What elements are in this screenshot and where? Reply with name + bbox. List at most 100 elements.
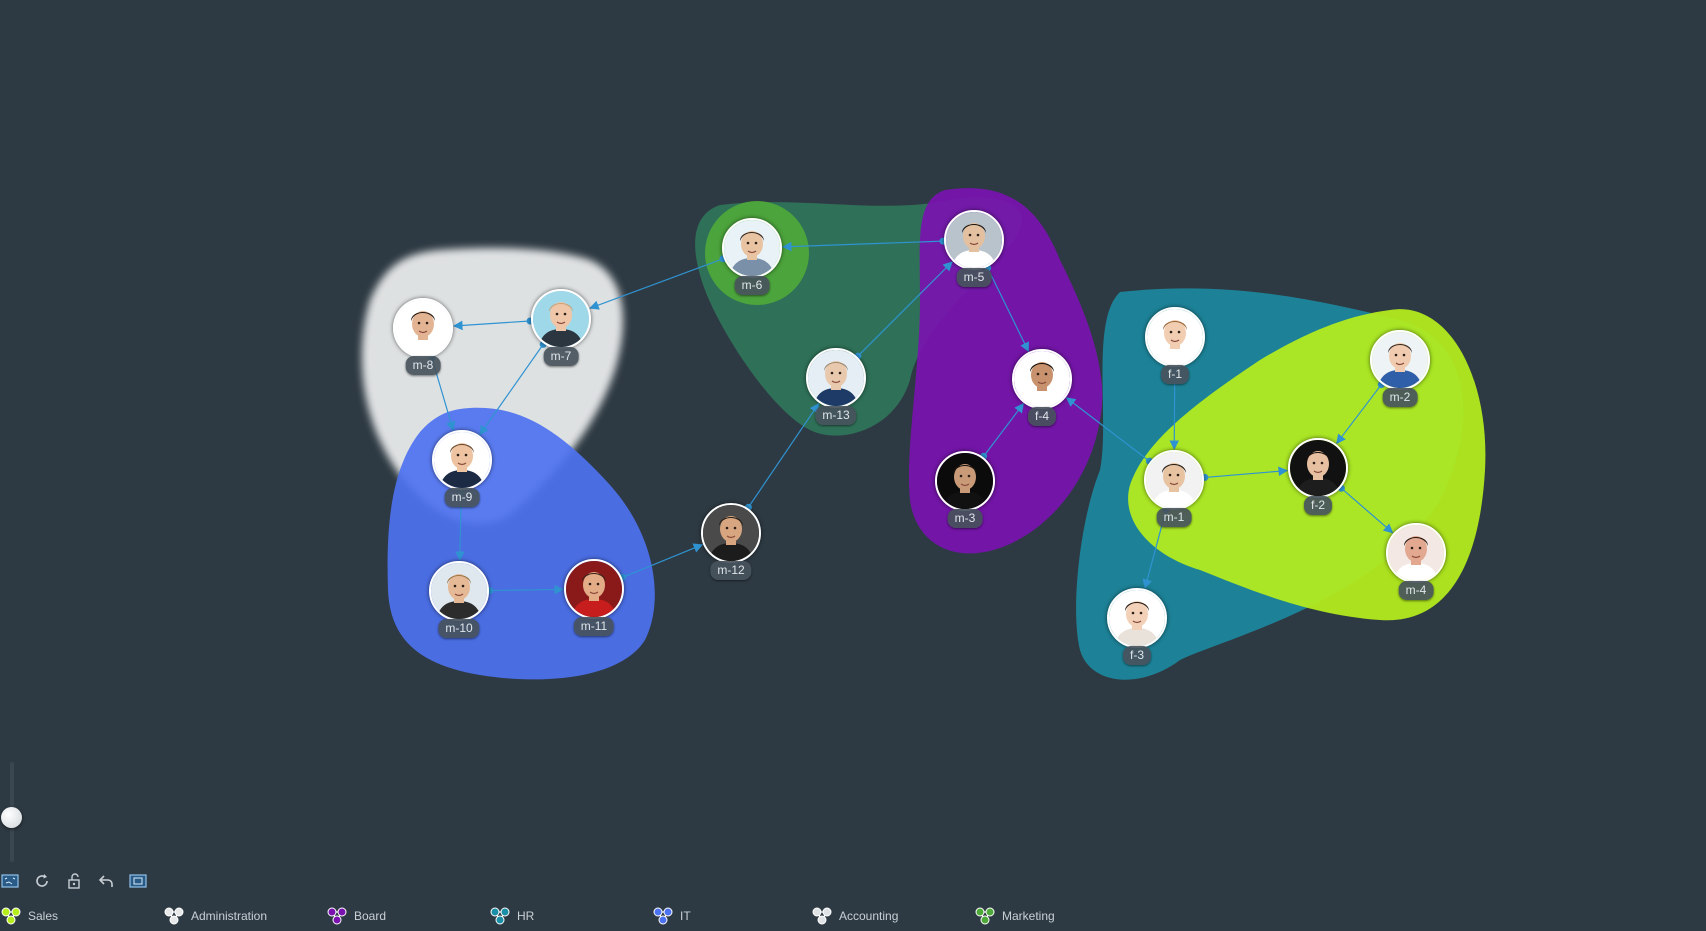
legend-label: Administration <box>191 909 268 923</box>
node-label: m-5 <box>956 268 992 287</box>
group-icon <box>327 907 347 925</box>
person-node-m-1[interactable]: m-1 <box>1144 450 1204 527</box>
network-graph-canvas[interactable] <box>0 0 1706 931</box>
refresh-icon <box>36 874 48 887</box>
hull-it <box>387 407 655 680</box>
legend-label: Board <box>354 909 387 923</box>
legend-item-hr[interactable]: HR <box>489 906 534 926</box>
portrait-icon <box>1147 309 1203 365</box>
toolbar <box>0 870 148 892</box>
person-node-m-4[interactable]: m-4 <box>1386 523 1446 600</box>
node-label: m-1 <box>1156 508 1192 527</box>
group-icon <box>975 907 995 925</box>
legend-item-accounting[interactable]: Accounting <box>811 906 898 926</box>
group-icon <box>812 907 832 925</box>
avatar <box>531 289 591 349</box>
portrait-icon <box>1372 332 1428 388</box>
legend-label: HR <box>517 909 535 923</box>
legend-item-sales[interactable]: Sales <box>0 906 58 926</box>
avatar <box>1144 450 1204 510</box>
node-label: f-4 <box>1027 407 1057 426</box>
person-node-m-8[interactable]: m-8 <box>393 298 453 375</box>
legend-item-administration[interactable]: Administration <box>163 906 267 926</box>
node-label: m-8 <box>405 356 441 375</box>
portrait-icon <box>937 453 993 509</box>
avatar <box>1107 588 1167 648</box>
group-icon <box>653 907 673 925</box>
group-icon <box>1 907 21 925</box>
avatar <box>944 210 1004 270</box>
person-node-f-2[interactable]: f-2 <box>1288 438 1348 515</box>
avatar <box>701 503 761 563</box>
avatar <box>564 559 624 619</box>
node-label: m-7 <box>543 347 579 366</box>
legend-label: Sales <box>28 909 59 923</box>
node-label: m-9 <box>444 488 480 507</box>
avatar <box>429 561 489 621</box>
undo-button[interactable] <box>96 871 116 891</box>
unlock-button[interactable] <box>64 871 84 891</box>
person-node-m-10[interactable]: m-10 <box>429 561 489 638</box>
legend-item-marketing[interactable]: Marketing <box>974 906 1055 926</box>
avatar <box>1288 438 1348 498</box>
avatar <box>722 218 782 278</box>
legend-item-board[interactable]: Board <box>326 906 386 926</box>
portrait-icon <box>946 212 1002 268</box>
node-label: f-1 <box>1160 365 1190 384</box>
person-node-m-3[interactable]: m-3 <box>935 451 995 528</box>
person-node-m-12[interactable]: m-12 <box>701 503 761 580</box>
portrait-icon <box>533 291 589 347</box>
avatar <box>1370 330 1430 390</box>
portrait-icon <box>1146 452 1202 508</box>
node-label: f-3 <box>1122 646 1152 665</box>
group-icon <box>490 907 510 925</box>
legend-label: IT <box>680 909 691 923</box>
portrait-icon <box>724 220 780 276</box>
overview-icon <box>129 874 147 888</box>
person-node-f-3[interactable]: f-3 <box>1107 588 1167 665</box>
node-label: m-12 <box>710 561 752 580</box>
person-node-f-1[interactable]: f-1 <box>1145 307 1205 384</box>
person-node-m-11[interactable]: m-11 <box>564 559 624 636</box>
zoom-slider-thumb[interactable] <box>1 807 22 828</box>
portrait-icon <box>1388 525 1444 581</box>
portrait-icon <box>1014 351 1070 407</box>
portrait-icon <box>703 505 759 561</box>
portrait-icon <box>808 350 864 406</box>
legend-label: Marketing <box>1002 909 1055 923</box>
node-label: m-3 <box>947 509 983 528</box>
refresh-button[interactable] <box>32 871 52 891</box>
fit-view-button[interactable] <box>0 871 20 891</box>
portrait-icon <box>1109 590 1165 646</box>
group-legend: Sales Administration Board HR IT Accounting Ma… <box>0 906 1706 928</box>
undo-icon <box>98 875 113 887</box>
person-node-m-5[interactable]: m-5 <box>944 210 1004 287</box>
avatar <box>806 348 866 408</box>
group-icon <box>164 907 184 925</box>
portrait-icon <box>434 432 490 488</box>
node-label: m-13 <box>815 406 857 425</box>
portrait-icon <box>1290 440 1346 496</box>
avatar <box>935 451 995 511</box>
avatar <box>1145 307 1205 367</box>
person-node-m-13[interactable]: m-13 <box>806 348 866 425</box>
portrait-icon <box>431 563 487 619</box>
avatar <box>432 430 492 490</box>
node-label: m-4 <box>1398 581 1434 600</box>
portrait-icon <box>395 300 451 356</box>
overview-button[interactable] <box>128 871 148 891</box>
node-label: f-2 <box>1303 496 1333 515</box>
legend-item-it[interactable]: IT <box>652 906 691 926</box>
person-node-m-9[interactable]: m-9 <box>432 430 492 507</box>
legend-label: Accounting <box>839 909 899 923</box>
node-label: m-6 <box>734 276 770 295</box>
fit-view-icon <box>1 874 19 888</box>
person-node-m-7[interactable]: m-7 <box>531 289 591 366</box>
person-node-m-2[interactable]: m-2 <box>1370 330 1430 407</box>
group-hulls <box>361 188 1486 680</box>
person-node-m-6[interactable]: m-6 <box>722 218 782 295</box>
person-node-f-4[interactable]: f-4 <box>1012 349 1072 426</box>
avatar <box>393 298 453 358</box>
avatar <box>1386 523 1446 583</box>
unlock-icon <box>68 873 80 889</box>
